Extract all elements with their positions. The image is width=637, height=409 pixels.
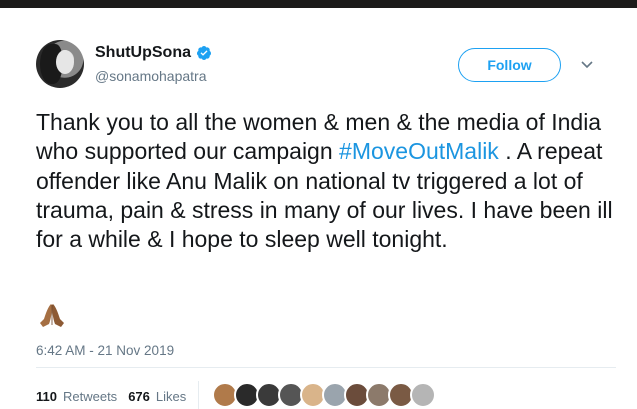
folded-hands-emoji-icon bbox=[40, 304, 64, 327]
profile-avatar[interactable] bbox=[36, 40, 84, 88]
tweet-timestamp[interactable]: 6:42 AM - 21 Nov 2019 bbox=[36, 343, 174, 358]
tweet-text: Thank you to all the women & men & the m… bbox=[36, 108, 616, 254]
likes-label[interactable]: Likes bbox=[156, 389, 186, 404]
engagement-stats: 110 Retweets 676 Likes bbox=[36, 389, 186, 404]
stats-separator bbox=[198, 381, 199, 409]
window-top-strip bbox=[0, 0, 637, 8]
author-name-row: ShutUpSona bbox=[95, 44, 212, 62]
divider bbox=[36, 367, 616, 368]
tweet-card: ShutUpSona @sonamohapatra Follow Thank y… bbox=[0, 8, 637, 409]
verified-badge-icon bbox=[196, 46, 211, 60]
likers-avatars bbox=[212, 382, 436, 408]
liker-avatar[interactable] bbox=[410, 382, 436, 408]
chevron-down-icon[interactable] bbox=[581, 60, 593, 70]
retweets-label[interactable]: Retweets bbox=[63, 389, 117, 404]
user-handle[interactable]: @sonamohapatra bbox=[95, 68, 207, 84]
retweets-count[interactable]: 110 bbox=[36, 389, 57, 404]
follow-button[interactable]: Follow bbox=[458, 48, 561, 82]
display-name[interactable]: ShutUpSona bbox=[95, 44, 191, 62]
likes-count[interactable]: 676 bbox=[128, 389, 150, 404]
hashtag-link[interactable]: #MoveOutMalik bbox=[339, 138, 499, 164]
